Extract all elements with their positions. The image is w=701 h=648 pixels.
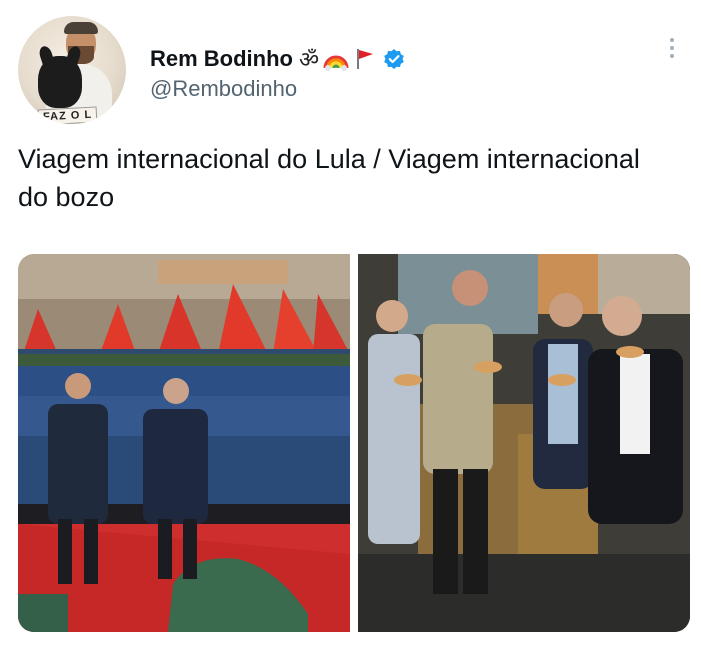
user-handle[interactable]: @Rembodinho (150, 76, 297, 102)
right-photo[interactable] (358, 254, 690, 632)
verified-badge-icon (384, 49, 404, 69)
name-row: Rem Bodinho ॐ (150, 44, 405, 74)
display-name[interactable]: Rem Bodinho (150, 46, 293, 72)
avatar-dog (38, 56, 82, 108)
left-photo[interactable] (18, 254, 350, 632)
rainbow-icon (323, 55, 349, 71)
om-emoji: ॐ (299, 48, 320, 73)
tweet-text: Viagem internacional do Lula / Viagem in… (18, 144, 640, 212)
ceremony-photo (18, 254, 350, 632)
more-options-icon[interactable] (664, 36, 680, 66)
avatar-tag: FAZ O L (37, 106, 98, 124)
street-pizza-photo (358, 254, 690, 632)
media-grid (18, 254, 690, 632)
avatar-cap (64, 22, 98, 34)
avatar[interactable]: FAZ O L (18, 16, 126, 124)
red-flag-icon (357, 49, 374, 69)
